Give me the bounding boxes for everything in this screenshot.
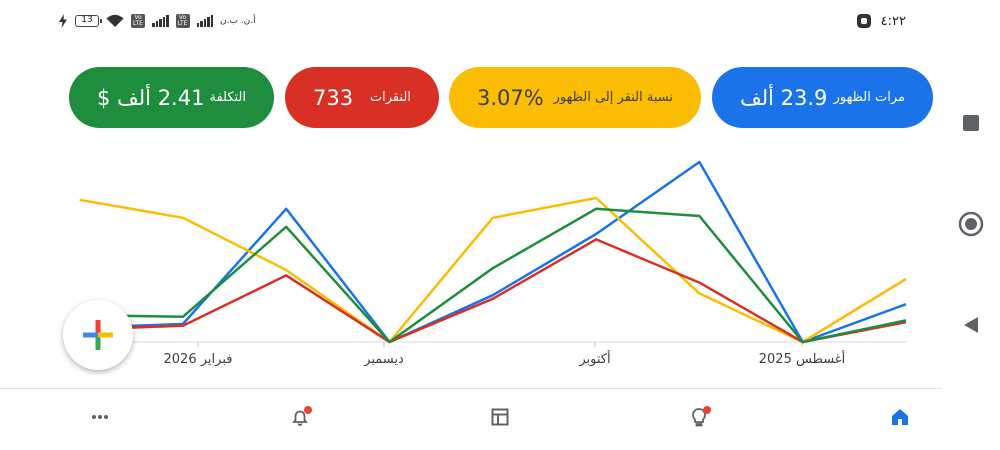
nav-recommendations[interactable] bbox=[685, 403, 713, 431]
volte-icon: Vo LTE bbox=[131, 14, 145, 28]
signal-icon-2 bbox=[196, 15, 213, 27]
impressions-value: 23.9 ألف bbox=[740, 85, 828, 110]
system-nav-bar bbox=[942, 0, 1000, 450]
home-icon bbox=[892, 409, 908, 425]
signal-icon bbox=[152, 15, 169, 27]
more-icon bbox=[92, 415, 108, 419]
charging-icon bbox=[59, 14, 67, 28]
app-screen: 13 Vo LTE Vo LTE أ.ن. ب.ن ٤:٢٢ مرات الظه… bbox=[0, 0, 1000, 450]
cost-label: التكلفة bbox=[209, 90, 246, 105]
notification-icon bbox=[856, 14, 871, 28]
wifi-icon bbox=[106, 14, 124, 27]
clock: ٤:٢٢ bbox=[880, 13, 906, 29]
nav-home[interactable] bbox=[886, 403, 914, 431]
x-tick-label: أكتوبر bbox=[578, 350, 610, 367]
home-system-button[interactable] bbox=[942, 204, 1000, 244]
status-bar: 13 Vo LTE Vo LTE أ.ن. ب.ن ٤:٢٢ bbox=[0, 0, 940, 42]
impressions-chip[interactable]: مرات الظهور 23.9 ألف bbox=[712, 67, 933, 128]
performance-chart: أغسطس 2025 أكتوبر ديسمبر فبراير 2026 bbox=[78, 160, 907, 367]
status-icons-right: ٤:٢٢ bbox=[856, 12, 906, 30]
bottom-nav bbox=[0, 389, 942, 450]
table-icon bbox=[491, 408, 509, 426]
volte-icon-2: Vo LTE bbox=[175, 14, 190, 28]
nav-more[interactable] bbox=[86, 403, 114, 431]
cost-value: 2.41 ألف $ bbox=[97, 85, 205, 110]
clicks-label: النقرات bbox=[369, 90, 411, 105]
clicks-value: 733 bbox=[313, 85, 354, 110]
back-button[interactable] bbox=[942, 305, 1000, 345]
notification-dot bbox=[703, 406, 711, 414]
clicks-chip[interactable]: النقرات 733 bbox=[285, 67, 439, 128]
nav-alerts[interactable] bbox=[286, 403, 314, 431]
ctr-label: نسبة النقر إلى الظهور bbox=[553, 90, 673, 105]
ctr-value: 3.07% bbox=[477, 85, 544, 110]
status-icons-left: 13 Vo LTE Vo LTE أ.ن. ب.ن bbox=[58, 12, 256, 30]
recents-button[interactable] bbox=[942, 103, 1000, 143]
back-triangle-icon bbox=[964, 317, 978, 333]
carrier-text: أ.ن. ب.ن bbox=[220, 16, 256, 26]
x-tick-label: ديسمبر bbox=[363, 352, 404, 367]
recents-icon bbox=[963, 115, 979, 131]
impressions-label: مرات الظهور bbox=[833, 90, 905, 105]
series-line-2 bbox=[79, 238, 907, 344]
plus-icon bbox=[83, 320, 113, 350]
nav-campaigns[interactable] bbox=[486, 403, 514, 431]
x-tick-label: أغسطس 2025 bbox=[759, 350, 845, 367]
series-line-1 bbox=[79, 196, 907, 344]
x-tick-label: فبراير 2026 bbox=[164, 352, 233, 367]
add-button[interactable] bbox=[63, 300, 133, 370]
cost-chip[interactable]: التكلفة 2.41 ألف $ bbox=[69, 67, 274, 128]
circle-home-icon bbox=[958, 211, 984, 237]
notification-dot bbox=[304, 406, 312, 414]
battery-icon: 13 bbox=[75, 15, 102, 27]
ctr-chip[interactable]: نسبة النقر إلى الظهور 3.07% bbox=[449, 67, 701, 128]
